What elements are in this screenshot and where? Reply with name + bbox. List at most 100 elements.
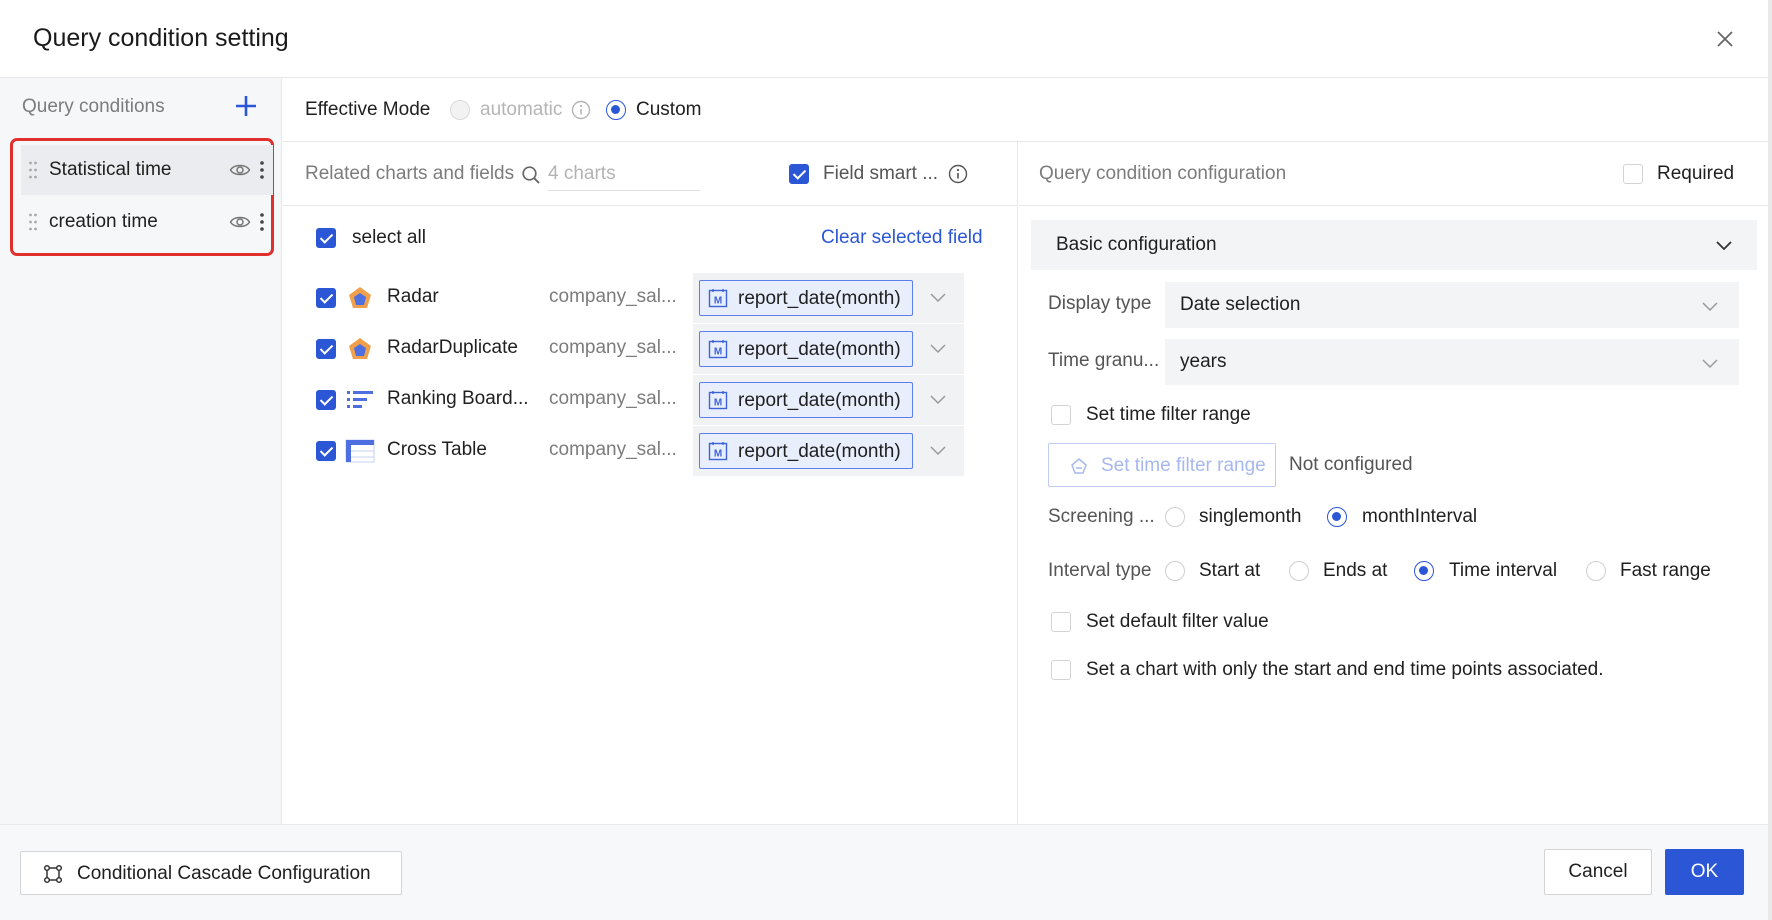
close-button[interactable]: [1710, 24, 1740, 54]
time-granularity-value: years: [1180, 351, 1227, 372]
start-end-points-checkbox[interactable]: [1051, 660, 1071, 680]
related-charts-header: Related charts and fields Field smart ..…: [283, 142, 1018, 206]
add-condition-button[interactable]: [232, 92, 260, 120]
chart-row: Cross Table company_sal... M report_date…: [283, 426, 1018, 476]
ranking-board-icon: [347, 391, 373, 408]
field-select[interactable]: M report_date(month): [693, 324, 964, 374]
configuration-title: Query condition configuration: [1039, 163, 1287, 184]
drag-handle-icon[interactable]: [28, 212, 38, 232]
display-type-label: Display type: [1048, 293, 1152, 314]
screening-label: Screening ...: [1048, 506, 1155, 527]
condition-item-creation-time[interactable]: creation time: [21, 197, 273, 247]
info-icon[interactable]: [948, 164, 968, 184]
field-name: report_date(month): [738, 441, 901, 462]
chart-checkbox[interactable]: [316, 390, 336, 410]
effective-mode-row: Effective Mode automatic Custom: [283, 78, 1768, 142]
chevron-down-icon: [1716, 241, 1732, 251]
svg-text:M: M: [714, 296, 722, 307]
chart-checkbox[interactable]: [316, 441, 336, 461]
radar-chart-icon: [349, 338, 371, 359]
field-name: report_date(month): [738, 339, 901, 360]
plus-icon: [236, 96, 256, 116]
drag-handle-icon[interactable]: [28, 160, 38, 180]
conditional-cascade-button[interactable]: Conditional Cascade Configuration: [20, 851, 402, 895]
related-charts-panel: Related charts and fields Field smart ..…: [283, 142, 1018, 824]
ends-at-radio[interactable]: [1289, 561, 1309, 581]
effective-mode-label: Effective Mode: [305, 99, 431, 120]
condition-item-statistical-time[interactable]: Statistical time: [21, 145, 273, 195]
chevron-down-icon: [1702, 359, 1718, 369]
sidebar-header: Query conditions: [22, 96, 165, 117]
chevron-down-icon: [1702, 302, 1718, 312]
field-select[interactable]: M report_date(month): [693, 375, 964, 425]
eye-icon[interactable]: [229, 161, 251, 179]
field-select[interactable]: M report_date(month): [693, 273, 964, 323]
section-title: Basic configuration: [1056, 234, 1217, 255]
range-status-text: Not configured: [1289, 454, 1413, 475]
info-icon[interactable]: [571, 100, 591, 120]
start-at-label: Start at: [1199, 560, 1261, 581]
month-field-icon: M: [708, 289, 728, 308]
field-smart-checkbox[interactable]: [789, 164, 809, 184]
chart-checkbox[interactable]: [316, 288, 336, 308]
set-time-filter-range-label: Set time filter range: [1086, 404, 1251, 425]
more-vertical-icon[interactable]: [259, 211, 265, 233]
chart-name: Cross Table: [387, 439, 487, 460]
set-time-filter-range-checkbox[interactable]: [1051, 405, 1071, 425]
chevron-down-icon: [930, 446, 946, 456]
query-condition-dialog: Query condition setting Query conditions…: [0, 0, 1768, 920]
singlemonth-label: singlemonth: [1199, 506, 1302, 527]
display-type-select[interactable]: Date selection: [1165, 282, 1739, 328]
dialog-footer: Conditional Cascade Configuration Cancel…: [0, 824, 1768, 920]
chart-row: RadarDuplicate company_sal... M report_d…: [283, 324, 1018, 374]
required-label: Required: [1657, 163, 1735, 184]
field-select[interactable]: M report_date(month): [693, 426, 964, 476]
required-checkbox[interactable]: [1623, 164, 1643, 184]
monthinterval-label: monthInterval: [1362, 506, 1478, 527]
filter-range-icon: [1071, 458, 1087, 474]
chevron-down-icon: [930, 293, 946, 303]
field-name: report_date(month): [738, 288, 901, 309]
field-tag: M report_date(month): [699, 280, 913, 316]
ok-button[interactable]: OK: [1665, 849, 1744, 895]
related-charts-title: Related charts and fields: [305, 163, 515, 184]
select-all-label: select all: [352, 227, 426, 248]
mode-automatic-radio[interactable]: [450, 100, 470, 120]
start-end-points-label: Set a chart with only the start and end …: [1086, 659, 1604, 680]
field-tag: M report_date(month): [699, 331, 913, 367]
basic-configuration-section[interactable]: Basic configuration: [1031, 220, 1757, 270]
mode-custom-radio[interactable]: [606, 100, 626, 120]
more-vertical-icon[interactable]: [259, 159, 265, 181]
default-filter-value-checkbox[interactable]: [1051, 612, 1071, 632]
start-at-radio[interactable]: [1165, 561, 1185, 581]
month-field-icon: M: [708, 442, 728, 461]
chart-search-input[interactable]: [548, 157, 700, 191]
cascade-icon: [43, 864, 63, 884]
chart-row: Ranking Board... company_sal... M report…: [283, 375, 1018, 425]
conditional-cascade-label: Conditional Cascade Configuration: [77, 863, 371, 884]
chevron-down-icon: [930, 344, 946, 354]
set-time-filter-range-button-label: Set time filter range: [1101, 455, 1266, 476]
set-time-filter-range-button[interactable]: Set time filter range: [1048, 443, 1276, 487]
mode-automatic-label: automatic: [480, 99, 563, 120]
cancel-button[interactable]: Cancel: [1544, 849, 1652, 895]
month-field-icon: M: [708, 391, 728, 410]
configuration-header: Query condition configuration Required: [1019, 142, 1768, 206]
eye-icon[interactable]: [229, 213, 251, 231]
query-condition-configuration-panel: Query condition configuration Required B…: [1019, 142, 1768, 824]
monthinterval-radio[interactable]: [1327, 507, 1347, 527]
time-granularity-select[interactable]: years: [1165, 339, 1739, 385]
clear-selected-field-link[interactable]: Clear selected field: [821, 227, 983, 249]
mode-custom-label: Custom: [636, 99, 702, 120]
chart-row: Radar company_sal... M report_date(month…: [283, 273, 1018, 323]
time-interval-radio[interactable]: [1414, 561, 1434, 581]
fast-range-radio[interactable]: [1586, 561, 1606, 581]
select-all-checkbox[interactable]: [316, 228, 336, 248]
singlemonth-radio[interactable]: [1165, 507, 1185, 527]
condition-label: Statistical time: [49, 159, 172, 180]
time-granularity-label: Time granu...: [1048, 350, 1160, 371]
default-filter-value-label: Set default filter value: [1086, 611, 1269, 632]
svg-text:M: M: [714, 347, 722, 358]
svg-text:M: M: [714, 449, 722, 460]
chart-checkbox[interactable]: [316, 339, 336, 359]
